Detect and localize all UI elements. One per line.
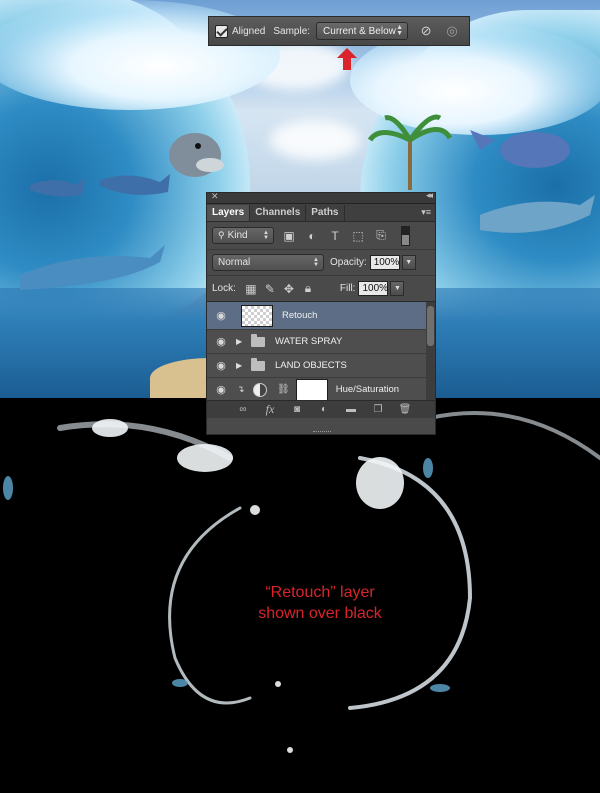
tab-channels[interactable]: Channels — [250, 205, 307, 221]
search-icon: ⚲ — [218, 230, 225, 240]
panel-footer: ∞ fx ◙ ◐ ▬ ❐ 🗑︎ — [207, 400, 435, 418]
lock-position-icon[interactable]: ✥ — [281, 281, 297, 297]
lock-image-pixels-icon[interactable]: ✎ — [262, 281, 278, 297]
folder-icon — [251, 333, 265, 347]
expand-triangle-icon[interactable]: ▶ — [236, 361, 246, 370]
opacity-slider-button[interactable]: ▼ — [401, 255, 416, 270]
expand-triangle-icon[interactable]: ▶ — [236, 337, 246, 346]
panel-title-bar[interactable]: ✕ ◂◂ — [207, 190, 435, 204]
type-layer-filter-icon[interactable]: T — [327, 228, 343, 244]
sample-label: Sample: — [273, 25, 311, 37]
layer-filter-row: ⚲ Kind ▲ ▼ ▣ ◐ T ⬚ ⎘ — [207, 222, 435, 250]
layer-thumbnail — [241, 304, 273, 327]
opacity-input[interactable]: 100% — [369, 255, 400, 270]
fish-icon — [30, 174, 170, 197]
retouch-layer-over-black: “Retouch” layer shown over black — [0, 398, 600, 793]
collapse-icon[interactable]: ◂◂ — [426, 190, 433, 201]
fill-label: Fill: — [339, 283, 356, 294]
eye-icon[interactable]: ◉ — [211, 335, 231, 348]
lock-all-icon[interactable]: 🔒︎ — [300, 281, 316, 297]
layer-list: ◉ Retouch ◉ ▶ WATER SPRAY ◉ ▶ LAND OBJEC… — [207, 302, 435, 400]
shark-icon — [480, 195, 595, 233]
folder-icon — [251, 357, 265, 371]
add-mask-icon[interactable]: ◙ — [289, 403, 305, 417]
blend-mode-value: Normal — [218, 257, 251, 268]
layer-row-water-spray[interactable]: ◉ ▶ WATER SPRAY — [207, 330, 435, 354]
smart-object-filter-icon[interactable]: ⎘ — [373, 228, 389, 244]
lock-transparent-pixels-icon[interactable]: ▦ — [243, 281, 259, 297]
dolphin-icon — [169, 133, 224, 177]
lock-label: Lock: — [212, 283, 236, 294]
resize-grip[interactable] — [313, 431, 331, 435]
layer-row-land-objects[interactable]: ◉ ▶ LAND OBJECTS — [207, 354, 435, 378]
caption-line-2: shown over black — [258, 605, 382, 622]
new-group-icon[interactable]: ▬ — [343, 403, 359, 417]
new-layer-icon[interactable]: ❐ — [370, 403, 386, 417]
filter-kind-value: Kind — [227, 230, 248, 241]
fill-input[interactable]: 100% — [358, 281, 389, 296]
close-icon[interactable]: ✕ — [211, 191, 219, 202]
fill-slider-button[interactable]: ▼ — [390, 281, 405, 296]
tab-layers[interactable]: Layers — [207, 205, 251, 221]
mask-thumbnail — [295, 378, 328, 400]
layer-name: Retouch — [282, 310, 318, 321]
opacity-label: Opacity: — [330, 257, 367, 268]
trash-icon[interactable]: 🗑︎ — [397, 403, 413, 417]
chain-link-icon[interactable]: ⛓ — [277, 384, 290, 395]
new-adjustment-layer-icon[interactable]: ◐ — [316, 403, 332, 417]
shape-layer-filter-icon[interactable]: ⬚ — [350, 228, 366, 244]
filter-toggle-switch[interactable] — [401, 225, 410, 246]
layer-caption: “Retouch” layer shown over black — [220, 582, 420, 624]
layer-name: Hue/Saturation — [335, 384, 400, 395]
clipping-arrow-icon: ↴ — [237, 384, 245, 394]
adjustment-layer-icon — [253, 382, 267, 397]
layer-name: LAND OBJECTS — [275, 360, 347, 371]
scroll-thumb[interactable] — [427, 306, 434, 346]
caption-line-1: “Retouch” layer — [265, 584, 375, 601]
sample-dropdown[interactable]: Current & Below ▲ ▼ — [316, 22, 409, 40]
layer-name: WATER SPRAY — [275, 336, 343, 347]
red-arrow-icon — [337, 48, 357, 70]
tab-paths[interactable]: Paths — [306, 205, 345, 221]
clone-stamp-options-bar: Aligned Sample: Current & Below ▲ ▼ ⊘ ◎ — [208, 16, 470, 46]
aligned-label: Aligned — [232, 25, 266, 37]
filter-kind-dropdown[interactable]: ⚲ Kind ▲ ▼ — [212, 227, 274, 244]
dropdown-arrows-icon: ▲ ▼ — [313, 257, 319, 268]
dropdown-arrows-icon: ▲ ▼ — [396, 24, 404, 37]
panel-tabs: Layers Channels Paths ▾≡ — [207, 204, 435, 222]
eye-icon[interactable]: ◉ — [211, 309, 231, 322]
panel-menu-icon[interactable]: ▾≡ — [421, 207, 431, 218]
layer-list-scrollbar[interactable] — [426, 302, 435, 400]
aligned-checkbox[interactable] — [215, 24, 228, 38]
sample-dropdown-value: Current & Below — [323, 25, 396, 37]
eye-icon[interactable]: ◉ — [211, 383, 231, 396]
layer-style-fx-icon[interactable]: fx — [262, 402, 278, 417]
turtle-icon — [470, 130, 570, 168]
dropdown-arrows-icon: ▲ ▼ — [263, 230, 269, 241]
ignore-adjustment-layers-icon[interactable]: ⊘ — [418, 23, 434, 39]
lock-row: Lock: ▦ ✎ ✥ 🔒︎ Fill: 100% ▼ — [207, 276, 435, 302]
adjustment-layer-filter-icon[interactable]: ◐ — [304, 228, 320, 244]
blend-mode-dropdown[interactable]: Normal ▲ ▼ — [212, 254, 324, 271]
pressure-size-icon[interactable]: ◎ — [444, 23, 460, 39]
shark-icon — [20, 245, 165, 290]
layers-panel: ✕ ◂◂ Layers Channels Paths ▾≡ ⚲ Kind ▲ ▼ … — [206, 190, 436, 435]
blend-row: Normal ▲ ▼ Opacity: 100% ▼ — [207, 250, 435, 276]
layer-row-hue-saturation[interactable]: ◉ ↴ ⛓ Hue/Saturation — [207, 378, 435, 400]
eye-icon[interactable]: ◉ — [211, 359, 231, 372]
pixel-layer-filter-icon[interactable]: ▣ — [281, 228, 297, 244]
link-layers-icon[interactable]: ∞ — [235, 403, 251, 417]
palm-tree-icon — [367, 114, 453, 190]
layer-row-retouch[interactable]: ◉ Retouch — [207, 302, 435, 330]
